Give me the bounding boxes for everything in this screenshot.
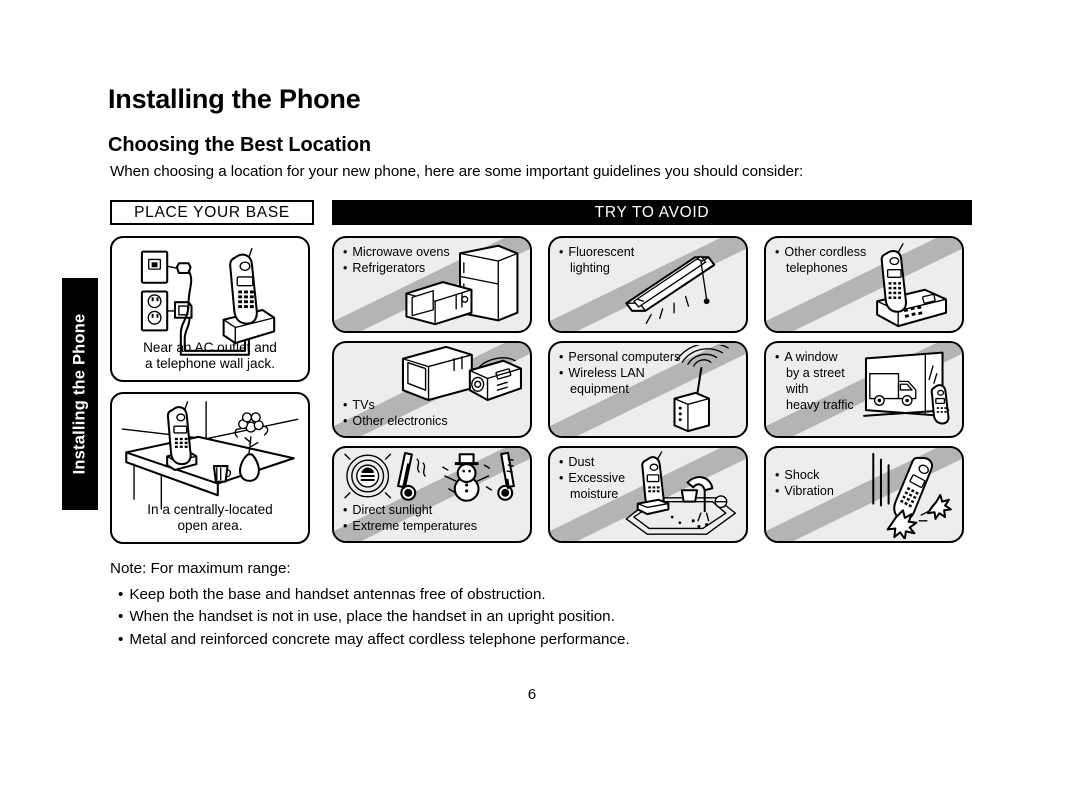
place-base-panel-caption: In a centrally-located open area. — [112, 502, 308, 535]
avoid-bullet: Refrigerators — [343, 261, 450, 277]
phone-near-kitchen-sink-illustration — [610, 450, 742, 539]
avoid-bullet: Wireless LAN — [559, 366, 680, 382]
avoid-panel: Personal computers Wireless LAN equipmen… — [548, 341, 748, 438]
avoid-panel-text: A window by a street with heavy traffic — [775, 350, 854, 413]
avoid-panel-content: Dust Excessive moisture — [550, 448, 746, 541]
avoid-panel: Direct sunlight Extreme temperatures — [332, 446, 532, 543]
avoid-bullet-cont: moisture — [570, 486, 619, 501]
avoid-panel: Shock Vibration — [764, 446, 964, 543]
header-try-to-avoid: TRY TO AVOID — [332, 200, 972, 225]
avoid-bullet: Personal computers — [559, 350, 680, 366]
avoid-bullet-cont: lighting — [570, 260, 610, 275]
avoid-panel-text: Microwave ovens Refrigerators — [343, 245, 450, 277]
phone-falling-and-impact-illustration — [846, 450, 958, 539]
avoid-panel: A window by a street with heavy traffic — [764, 341, 964, 438]
place-base-panel-caption: Near an AC outlet and a telephone wall j… — [112, 340, 308, 373]
avoid-bullet: Dust — [559, 455, 625, 471]
header-place-your-base: PLACE YOUR BASE — [110, 200, 314, 225]
window-with-truck-and-phone-illustration — [860, 345, 960, 434]
note-heading: Note: For maximum range: — [110, 560, 291, 577]
avoid-panel-content: Personal computers Wireless LAN equipmen… — [550, 343, 746, 436]
avoid-bullet: A window — [775, 350, 854, 366]
avoid-bullet: Shock — [775, 468, 834, 484]
note-item: When the handset is not in use, place th… — [118, 606, 630, 628]
intro-paragraph: When choosing a location for your new ph… — [110, 163, 804, 180]
avoid-bullet-cont: by a street — [786, 365, 845, 380]
avoid-panel-text: Other cordless telephones — [775, 245, 866, 277]
avoid-panel-text: Fluorescent lighting — [559, 245, 634, 277]
avoid-panel-content: TVs Other electronics — [334, 343, 530, 436]
page-number-value: 6 — [527, 686, 537, 703]
avoid-bullet: Fluorescent — [559, 245, 634, 261]
section-heading: Choosing the Best Location — [108, 134, 371, 156]
caption-line-1: Near an AC outlet and — [143, 339, 277, 355]
avoid-panel-text: TVs Other electronics — [343, 398, 448, 430]
caption-line-2: a telephone wall jack. — [145, 356, 275, 372]
page-content: Installing the Phone Choosing the Best L… — [0, 0, 1080, 795]
avoid-panel-content: Direct sunlight Extreme temperatures — [334, 448, 530, 541]
avoid-bullet: Excessive — [559, 471, 625, 487]
page-number: 6 — [0, 686, 1080, 703]
avoid-panel-text: Shock Vibration — [775, 468, 834, 500]
avoid-panel-content: Microwave ovens Refrigerators — [334, 238, 530, 331]
sun-thermometers-and-snowman-illustration — [338, 449, 526, 505]
avoid-panel: Microwave ovens Refrigerators — [332, 236, 532, 333]
avoid-panel-content: Fluorescent lighting — [550, 238, 746, 331]
place-base-panel: In a centrally-located open area. — [110, 392, 310, 544]
avoid-panel-text: Direct sunlight Extreme temperatures — [343, 503, 477, 535]
avoid-panel-text: Dust Excessive moisture — [559, 455, 625, 503]
avoid-bullet-cont: equipment — [570, 381, 629, 396]
note-item: Metal and reinforced concrete may affect… — [118, 629, 629, 651]
avoid-bullet: Extreme temperatures — [343, 519, 477, 535]
caption-line-1: In a centrally-located — [147, 501, 273, 517]
note-list: Keep both the base and handset antennas … — [118, 584, 630, 651]
avoid-bullet: Other electronics — [343, 414, 447, 430]
place-base-panel: Near an AC outlet and a telephone wall j… — [110, 236, 310, 382]
avoid-panel: TVs Other electronics — [332, 341, 532, 438]
avoid-bullet: Direct sunlight — [343, 503, 477, 519]
avoid-bullet-cont: with — [786, 381, 809, 396]
avoid-panel-text: Personal computers Wireless LAN equipmen… — [559, 350, 680, 398]
avoid-bullet-cont: telephones — [786, 260, 848, 275]
caption-line-2: open area. — [177, 518, 243, 534]
avoid-panel-content: Shock Vibration — [766, 448, 962, 541]
television-and-radio-illustration — [394, 343, 526, 402]
avoid-panel-content: A window by a street with heavy traffic — [766, 343, 962, 436]
note-item: Keep both the base and handset antennas … — [118, 584, 630, 606]
avoid-bullet: Microwave ovens — [343, 245, 449, 261]
avoid-panel: Dust Excessive moisture — [548, 446, 748, 543]
avoid-bullet: TVs — [343, 398, 448, 414]
avoid-bullet-cont: heavy traffic — [786, 397, 854, 412]
avoid-panel-content: Other cordless telephones — [766, 238, 962, 331]
avoid-panel: Fluorescent lighting — [548, 236, 748, 333]
avoid-bullet: Vibration — [775, 484, 833, 500]
avoid-panel: Other cordless telephones — [764, 236, 964, 333]
page-title: Installing the Phone — [108, 84, 361, 114]
avoid-bullet: Other cordless — [775, 245, 866, 261]
